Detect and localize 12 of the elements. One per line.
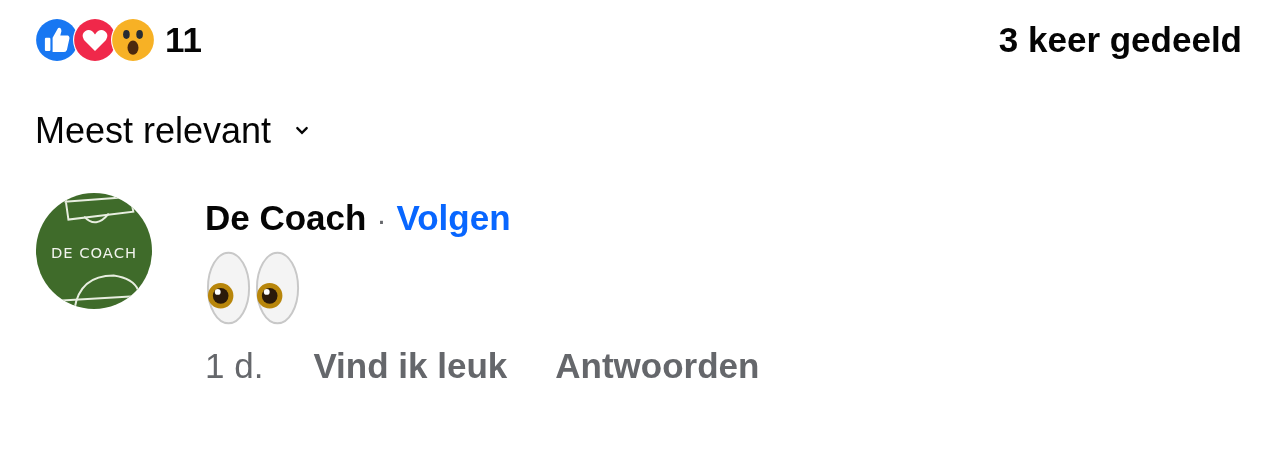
- chevron-down-icon: [295, 126, 310, 136]
- separator-dot: ·: [376, 203, 387, 237]
- share-count[interactable]: 3 keer gedeeld: [998, 20, 1242, 60]
- comment-action-button[interactable]: Antwoorden: [555, 346, 760, 386]
- avatar[interactable]: DE COACH: [35, 192, 153, 310]
- author-name[interactable]: De Coach: [205, 198, 367, 238]
- sort-dropdown[interactable]: Meest relevant: [35, 110, 310, 152]
- surprised-face-icon: [111, 18, 155, 62]
- reaction-count[interactable]: 11: [165, 20, 202, 60]
- comment-action-button[interactable]: Vind ik leuk: [313, 346, 508, 386]
- follow-link[interactable]: Volgen: [396, 198, 511, 238]
- comment-time: 1 d.: [205, 346, 264, 386]
